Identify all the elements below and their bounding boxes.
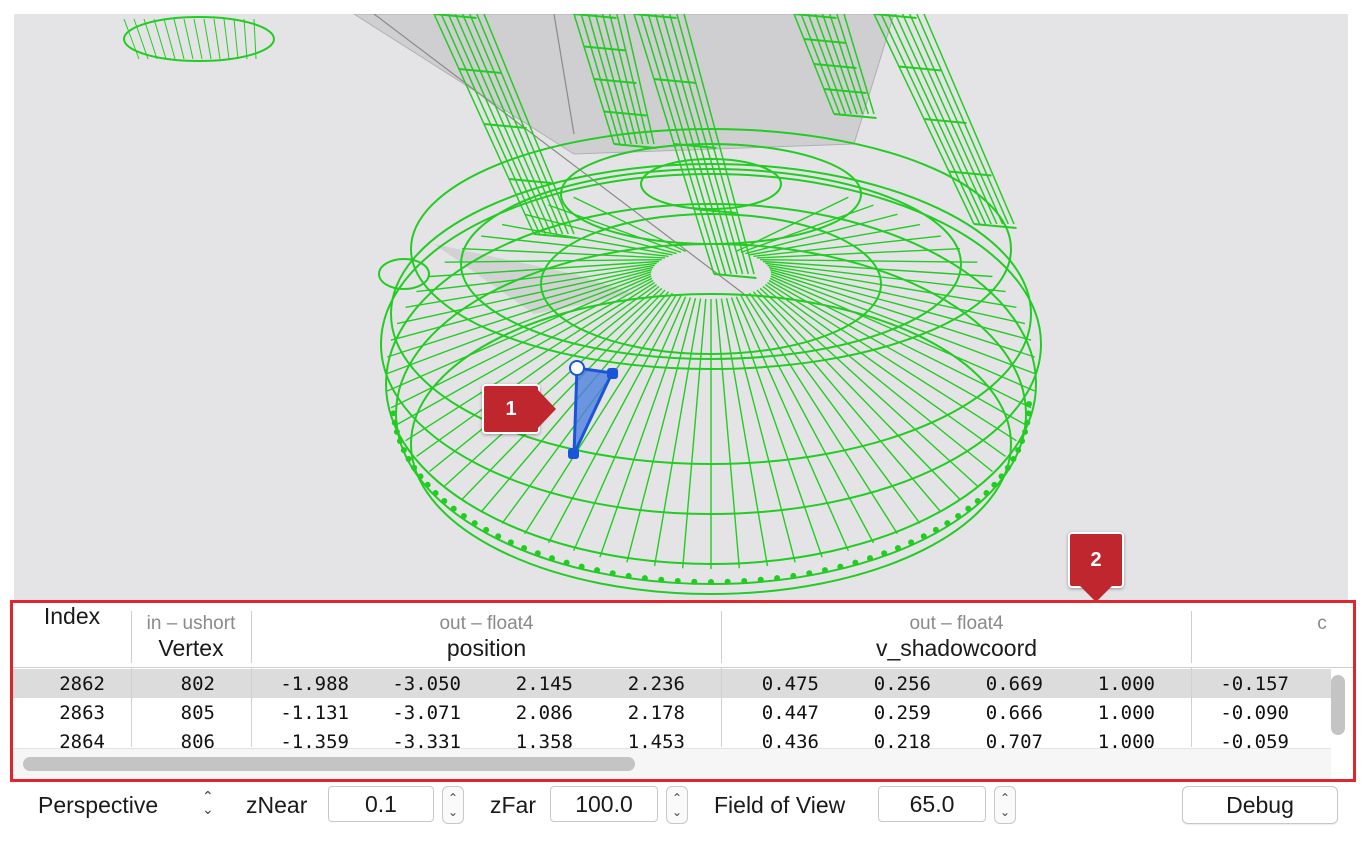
cell-shadow-z: 0.666	[985, 702, 1043, 724]
cell-index: 2863	[59, 702, 105, 724]
vertex-handle-2[interactable]	[568, 448, 579, 459]
cell-vertex: 805	[180, 702, 215, 724]
cell-position-x: -1.988	[280, 673, 349, 695]
vertex-data-panel: Index in – ushort Vertex out – float4 po…	[10, 600, 1356, 782]
column-header-extra[interactable]: c	[1192, 603, 1353, 667]
cell-shadow-y: 0.259	[873, 702, 931, 724]
stepper-down-icon[interactable]: ⌄	[1000, 805, 1010, 819]
cell-shadow-x: 0.475	[761, 673, 819, 695]
column-title: Vertex	[158, 635, 224, 661]
cell-position-y: -3.050	[392, 673, 461, 695]
cell-shadow-w: 1.000	[1097, 702, 1155, 724]
cell-position-z: 2.086	[515, 702, 573, 724]
debug-button[interactable]: Debug	[1182, 786, 1338, 824]
zfar-field[interactable]: 100.0	[550, 786, 658, 822]
horizontal-scroll-track[interactable]	[13, 748, 1331, 779]
stepper-up-icon[interactable]: ⌃	[672, 791, 682, 805]
column-subtitle: out – float4	[909, 613, 1004, 634]
column-header-index[interactable]: Index	[13, 603, 131, 667]
projection-select[interactable]: Perspective	[38, 792, 158, 819]
column-title: v_shadowcoord	[875, 635, 1038, 661]
stepper-up-icon[interactable]: ⌃	[1000, 791, 1010, 805]
table-row[interactable]: 2863 805 -1.131 -3.071 2.086 2.178 0.447…	[13, 698, 1331, 727]
column-header-vertex[interactable]: in – ushort Vertex	[132, 603, 250, 667]
znear-label: zNear	[246, 792, 308, 818]
cell-vertex: 802	[180, 673, 215, 695]
column-header-v-shadowcoord[interactable]: out – float4 v_shadowcoord	[722, 603, 1191, 667]
cell-index: 2862	[59, 673, 105, 695]
selected-triangle[interactable]	[14, 14, 1348, 602]
chevron-updown-icon[interactable]: ⌃ ⌄	[202, 789, 214, 816]
horizontal-scrollbar[interactable]	[23, 757, 635, 771]
cell-position-w: 2.236	[627, 673, 685, 695]
cell-shadow-z: 0.669	[985, 673, 1043, 695]
column-subtitle: c	[1317, 613, 1327, 634]
fov-label: Field of View	[714, 792, 846, 818]
column-title: Index	[43, 603, 101, 629]
stepper-down-icon[interactable]: ⌄	[448, 805, 458, 819]
table-row[interactable]: 2862 802 -1.988 -3.050 2.145 2.236 0.475…	[13, 669, 1331, 698]
cell-shadow-x: 0.447	[761, 702, 819, 724]
stepper-up-icon[interactable]: ⌃	[448, 791, 458, 805]
cell-position-z: 2.145	[515, 673, 573, 695]
zfar-stepper[interactable]: ⌃ ⌄	[666, 786, 688, 824]
vertex-handle-1[interactable]	[607, 368, 618, 379]
column-subtitle: in – ushort	[146, 613, 236, 634]
column-header-position[interactable]: out – float4 position	[252, 603, 721, 667]
znear-field[interactable]: 0.1	[328, 786, 434, 822]
vertical-scrollbar[interactable]	[1331, 675, 1345, 735]
znear-stepper[interactable]: ⌃ ⌄	[442, 786, 464, 824]
cell-extra: -0.090	[1220, 702, 1289, 724]
zfar-label: zFar	[490, 792, 536, 818]
cell-shadow-w: 1.000	[1097, 673, 1155, 695]
fov-field[interactable]: 65.0	[878, 786, 986, 822]
vertex-handle-0[interactable]	[569, 360, 585, 376]
cell-position-y: -3.071	[392, 702, 461, 724]
mesh-viewport[interactable]	[14, 14, 1348, 602]
table-header: Index in – ushort Vertex out – float4 po…	[13, 603, 1353, 668]
stepper-down-icon[interactable]: ⌄	[672, 805, 682, 819]
fov-stepper[interactable]: ⌃ ⌄	[994, 786, 1016, 824]
cell-position-w: 2.178	[627, 702, 685, 724]
callout-2: 2	[1068, 532, 1124, 602]
cell-position-x: -1.131	[280, 702, 349, 724]
cell-shadow-y: 0.256	[873, 673, 931, 695]
cell-extra: -0.157	[1220, 673, 1289, 695]
camera-toolbar: Perspective ⌃ ⌄ zNear 0.1 ⌃ ⌄ zFar 100.0 ⌃…	[14, 782, 1348, 832]
callout-1: 1	[482, 384, 556, 434]
column-title: position	[446, 635, 527, 661]
column-subtitle: out – float4	[439, 613, 534, 634]
